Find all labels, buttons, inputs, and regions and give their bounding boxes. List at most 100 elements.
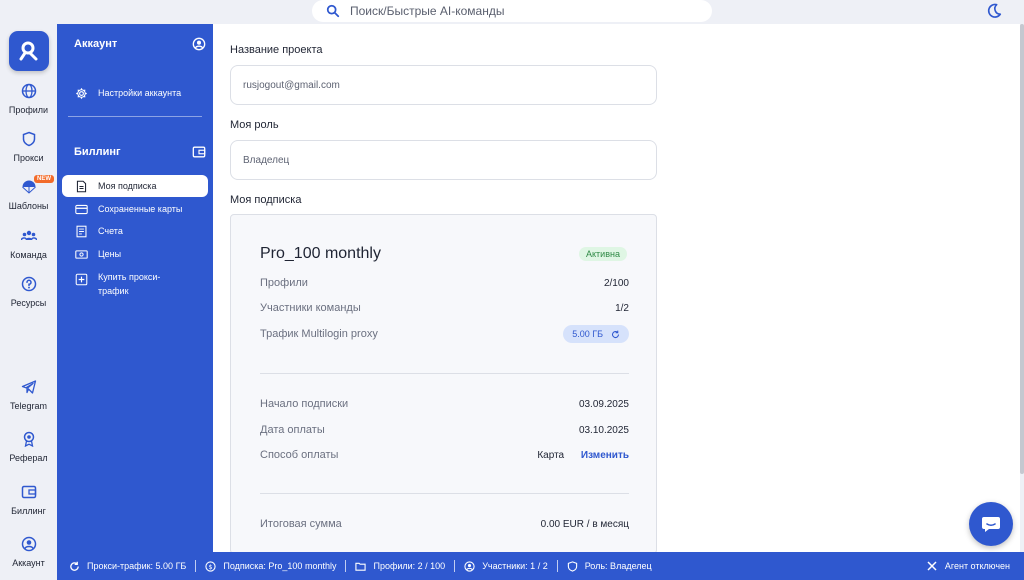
wallet-icon xyxy=(192,146,206,158)
payment-method-row: Способ оплаты Карта Изменить xyxy=(260,449,629,461)
globe-icon xyxy=(21,83,36,99)
rail-label: Прокси xyxy=(13,153,44,163)
rail-item-proxy[interactable]: Прокси xyxy=(0,131,57,163)
refresh-icon xyxy=(611,330,620,338)
invoice-icon xyxy=(76,225,87,237)
status-profiles: Профили: 2 / 100 xyxy=(346,559,454,573)
search-placeholder: Поиск/Быстрые AI-команды xyxy=(350,4,505,18)
status-members: Участники: 1 / 2 xyxy=(455,559,557,573)
traffic-label: Трафик Multilogin proxy xyxy=(260,328,378,340)
sidebar-item-label: Цены xyxy=(98,249,122,259)
profiles-value: 2/100 xyxy=(603,277,629,289)
money-icon xyxy=(75,249,88,259)
scrollbar[interactable] xyxy=(1020,24,1024,474)
team-icon xyxy=(20,230,37,241)
subscription-card: Pro_100 monthly Активна Профили 2/100 Уч… xyxy=(230,214,657,552)
status-profiles-text: Профили: 2 / 100 xyxy=(373,561,446,571)
sidebar-item-buy-traffic[interactable]: Купить прокси-трафик xyxy=(62,266,208,300)
payment-date-value: 03.10.2025 xyxy=(578,424,629,436)
rail-item-account[interactable]: Аккаунт xyxy=(0,536,57,568)
sidebar-item-invoices[interactable]: Счета xyxy=(62,220,208,242)
traffic-row: Трафик Multilogin proxy 5.00 ГБ xyxy=(260,325,629,343)
user-circle-icon xyxy=(464,560,475,572)
new-badge: NEW xyxy=(34,175,54,183)
rail-label: Ресурсы xyxy=(10,298,47,308)
sidebar-item-label: Настройки аккаунта xyxy=(98,88,182,98)
payment-date-row: Дата оплаты 03.10.2025 xyxy=(260,424,629,436)
card-divider xyxy=(260,373,629,374)
status-role: Роль: Владелец xyxy=(558,559,661,573)
traffic-value: 5.00 ГБ xyxy=(572,329,603,339)
sidebar-item-label: Купить прокси-трафик xyxy=(98,272,161,296)
profiles-label: Профили xyxy=(260,277,308,289)
start-value: 03.09.2025 xyxy=(578,398,629,410)
shield-icon xyxy=(567,560,577,572)
close-icon xyxy=(927,561,937,571)
settings-sidebar: Аккаунт Настройки аккаунта Биллинг Моя п… xyxy=(57,24,213,552)
folder-icon xyxy=(355,562,367,571)
help-icon xyxy=(21,276,36,292)
status-agent[interactable]: Агент отключен xyxy=(927,561,1010,571)
status-proxy-traffic-text: Прокси-трафик: 5.00 ГБ xyxy=(87,561,187,571)
role-value: Владелец xyxy=(243,154,290,166)
members-label: Участники команды xyxy=(260,302,361,314)
project-name-field[interactable]: rusjogout@gmail.com xyxy=(230,65,657,105)
traffic-pill[interactable]: 5.00 ГБ xyxy=(563,325,629,343)
role-label: Моя роль xyxy=(230,119,279,131)
start-row: Начало подписки 03.09.2025 xyxy=(260,398,629,410)
role-field[interactable]: Владелец xyxy=(230,140,657,180)
rail-item-resources[interactable]: Ресурсы xyxy=(0,276,57,308)
status-subscription: $ Подписка: Pro_100 monthly xyxy=(196,559,345,573)
rail-label: Биллинг xyxy=(11,506,46,516)
status-members-text: Участники: 1 / 2 xyxy=(482,561,548,571)
search-input[interactable]: Поиск/Быстрые AI-команды xyxy=(312,0,712,22)
status-bar: Прокси-трафик: 5.00 ГБ $ Подписка: Pro_1… xyxy=(57,552,1024,580)
card-divider xyxy=(260,493,629,494)
sidebar-item-label: Моя подписка xyxy=(98,181,157,191)
top-bar: Поиск/Быстрые AI-команды xyxy=(0,0,1024,24)
total-row: Итоговая сумма 0.00 EUR / в месяц xyxy=(260,518,629,530)
sidebar-item-my-subscription[interactable]: Моя подписка xyxy=(62,175,208,197)
search-icon xyxy=(326,4,340,18)
rail-label: Реферал xyxy=(9,453,48,463)
rail-item-team[interactable]: Команда xyxy=(0,228,57,260)
status-subscription-text: Подписка: Pro_100 monthly xyxy=(223,561,337,571)
rail-item-profiles[interactable]: Профили xyxy=(0,83,57,115)
sidebar-item-label: Сохраненные карты xyxy=(98,204,183,214)
payment-date-label: Дата оплаты xyxy=(260,424,325,436)
sidebar-item-prices[interactable]: Цены xyxy=(62,243,208,265)
sidebar-item-label: Счета xyxy=(98,226,123,236)
status-proxy-traffic: Прокси-трафик: 5.00 ГБ xyxy=(57,559,195,573)
members-value: 1/2 xyxy=(615,302,629,314)
rail-item-telegram[interactable]: Telegram xyxy=(0,379,57,411)
account-icon xyxy=(21,536,36,552)
rail-label: Аккаунт xyxy=(12,558,45,568)
svg-text:$: $ xyxy=(209,562,213,570)
payment-method-value: Карта xyxy=(537,449,565,461)
status-role-text: Роль: Владелец xyxy=(584,561,652,571)
referral-icon xyxy=(23,431,34,447)
sync-icon xyxy=(70,561,79,571)
rail-label: Telegram xyxy=(9,401,47,411)
left-rail: Профили Прокси NEW Шаблоны Команда Ресур… xyxy=(0,24,57,568)
sidebar-item-account-settings[interactable]: Настройки аккаунта xyxy=(62,82,208,104)
payment-method-group: Карта Изменить xyxy=(537,450,629,461)
profiles-row: Профили 2/100 xyxy=(260,277,629,289)
rail-item-referral[interactable]: Реферал xyxy=(0,431,57,463)
rail-item-billing[interactable]: Биллинг xyxy=(0,484,57,516)
moon-icon[interactable] xyxy=(985,2,1003,20)
app-logo[interactable] xyxy=(9,31,49,71)
dollar-icon: $ xyxy=(205,560,216,572)
document-icon xyxy=(76,180,87,192)
total-value: 0.00 EUR / в месяц xyxy=(540,518,629,530)
user-circle-icon xyxy=(192,37,206,51)
rail-item-templates[interactable]: NEW Шаблоны xyxy=(0,175,57,211)
sidebar-item-saved-cards[interactable]: Сохраненные карты xyxy=(62,198,208,220)
rail-label: Шаблоны xyxy=(8,201,49,211)
change-payment-link[interactable]: Изменить xyxy=(581,450,629,461)
total-label: Итоговая сумма xyxy=(260,518,342,530)
telegram-icon xyxy=(21,380,36,394)
chat-button[interactable] xyxy=(969,502,1013,546)
project-name-value: rusjogout@gmail.com xyxy=(243,79,340,91)
status-agent-text: Агент отключен xyxy=(944,561,1010,571)
